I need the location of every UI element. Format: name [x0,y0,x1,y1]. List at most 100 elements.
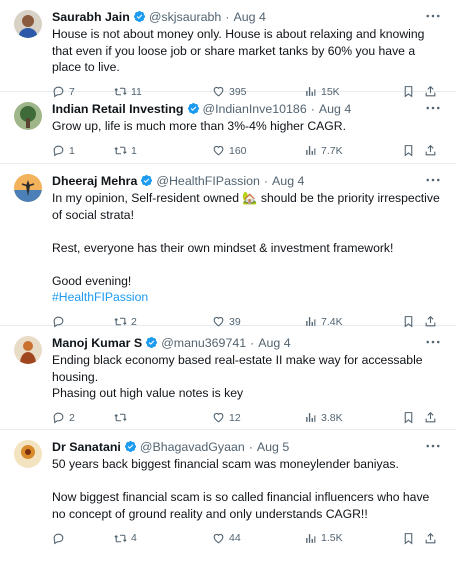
tweet-timestamp[interactable]: Aug 4 [258,335,290,351]
like-count: 44 [229,532,241,544]
avatar[interactable] [14,440,42,468]
tweet-header: Dheeraj Mehra @HealthFIPassion · Aug 4 [52,172,444,189]
tweet-header: Indian Retail Investing @IndianInve10186… [52,100,444,117]
more-icon[interactable] [424,173,442,187]
like-icon [212,532,225,545]
tweet-feed: Saurabh Jain @skjsaurabh · Aug 4 House i… [0,0,456,558]
bookmark-button[interactable] [402,144,424,157]
verified-badge-icon [187,102,200,115]
verified-badge-icon [145,336,158,349]
retweet-count: 1 [131,144,137,157]
author-name[interactable]: Dheeraj Mehra [52,173,137,189]
retweet-button[interactable]: 4 [114,532,212,545]
author-handle[interactable]: @IndianInve10186 [203,101,307,117]
tweet-timestamp[interactable]: Aug 4 [319,101,351,117]
verified-badge-icon [133,10,146,23]
author-handle[interactable]: @manu369741 [161,335,246,351]
tweet[interactable]: Saurabh Jain @skjsaurabh · Aug 4 House i… [0,0,456,98]
author-handle[interactable]: @BhagavadGyaan [140,439,245,455]
views-icon [304,532,317,545]
reply-button[interactable] [52,532,114,545]
tweet[interactable]: Manoj Kumar S @manu369741 · Aug 4 Ending… [0,326,456,430]
author-handle[interactable]: @HealthFIPassion [156,173,260,189]
like-count: 160 [229,144,247,157]
tweet-text: In my opinion, Self-resident owned 🏡 sho… [52,190,444,306]
retweet-icon [114,532,127,545]
separator-dot: · [263,173,269,188]
retweet-button[interactable] [114,411,212,424]
separator-dot: · [248,439,253,454]
tweet-text: Grow up, life is much more than 3%-4% hi… [52,119,346,133]
views-button[interactable]: 1.5K [304,532,402,545]
like-button[interactable]: 160 [212,144,304,157]
share-button[interactable] [424,532,437,545]
author-name[interactable]: Dr Sanatani [52,439,121,455]
reply-button[interactable]: 2 [52,411,114,424]
share-button[interactable] [424,411,437,424]
hashtag-link[interactable]: #HealthFIPassion [52,290,148,304]
tweet-timestamp[interactable]: Aug 5 [257,439,289,455]
author-name[interactable]: Indian Retail Investing [52,101,184,117]
avatar[interactable] [14,10,42,38]
tweet[interactable]: Dheeraj Mehra @HealthFIPassion · Aug 4 I… [0,164,456,328]
tweet-text: Ending black economy based real-estate I… [52,353,423,400]
avatar[interactable] [14,102,42,130]
tweet-text: 50 years back biggest financial scam was… [52,457,430,521]
tweet-timestamp[interactable]: Aug 4 [233,9,265,25]
tweet-actions: 4 44 1.5K [52,530,444,546]
views-count: 7.7K [321,144,343,157]
author-handle[interactable]: @skjsaurabh [149,9,222,25]
retweet-button[interactable]: 1 [114,144,212,157]
tweet[interactable]: Dr Sanatani @BhagavadGyaan · Aug 5 50 ye… [0,430,456,558]
views-icon [304,411,317,424]
more-icon[interactable] [424,335,442,349]
views-button[interactable]: 7.7K [304,144,402,157]
tweet-header: Manoj Kumar S @manu369741 · Aug 4 [52,334,444,351]
share-icon [424,532,437,545]
share-icon [424,144,437,157]
like-button[interactable]: 12 [212,411,304,424]
author-name[interactable]: Saurabh Jain [52,9,130,25]
reply-icon [52,532,65,545]
verified-badge-icon [140,174,153,187]
tweet-header: Dr Sanatani @BhagavadGyaan · Aug 5 [52,438,444,455]
views-button[interactable]: 3.8K [304,411,402,424]
retweet-icon [114,144,127,157]
like-button[interactable]: 44 [212,532,304,545]
tweet[interactable]: Indian Retail Investing @IndianInve10186… [0,92,456,164]
bookmark-icon [402,144,415,157]
share-button[interactable] [424,144,437,157]
tweet-actions: 2 12 3.8K [52,410,444,426]
separator-dot: · [225,9,230,24]
more-icon[interactable] [424,439,442,453]
views-count: 1.5K [321,532,343,544]
tweet-text-body: In my opinion, Self-resident owned 🏡 sho… [52,191,440,288]
views-icon [304,144,317,157]
retweet-count: 4 [131,532,137,544]
bookmark-icon [402,411,415,424]
bookmark-button[interactable] [402,411,424,424]
tweet-actions: 1 1 160 7.7K [52,143,444,159]
tweet-text: House is not about money only. House is … [52,27,425,74]
separator-dot: · [310,101,315,116]
avatar[interactable] [14,174,42,202]
more-icon[interactable] [424,9,442,23]
verified-badge-icon [124,440,137,453]
reply-count: 1 [69,144,75,157]
more-icon[interactable] [424,101,442,115]
separator-dot: · [250,335,255,350]
share-icon [424,411,437,424]
bookmark-icon [402,532,415,545]
bookmark-button[interactable] [402,532,424,545]
avatar[interactable] [14,336,42,364]
reply-icon [52,144,65,157]
like-count: 12 [229,411,241,424]
views-count: 3.8K [321,411,343,424]
reply-button[interactable]: 1 [52,144,114,157]
author-name[interactable]: Manoj Kumar S [52,335,142,351]
retweet-icon [114,411,127,424]
like-icon [212,411,225,424]
tweet-timestamp[interactable]: Aug 4 [272,173,304,189]
reply-count: 2 [69,411,75,424]
tweet-header: Saurabh Jain @skjsaurabh · Aug 4 [52,8,444,25]
